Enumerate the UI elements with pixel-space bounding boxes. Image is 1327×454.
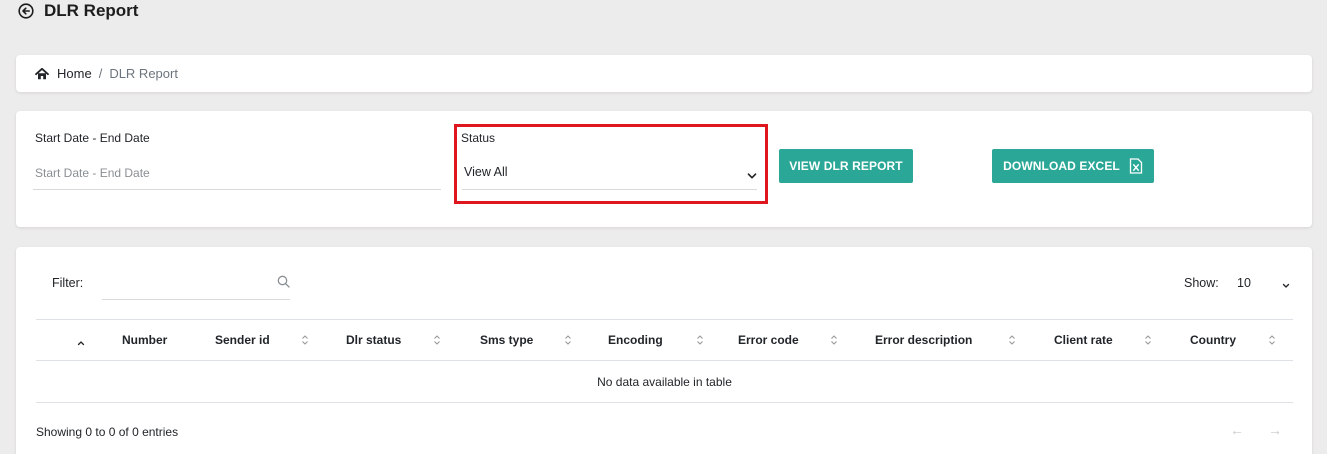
page-size-select[interactable]: 10 (1237, 276, 1277, 290)
empty-table-message: No data available in table (597, 374, 732, 389)
sort-asc-icon[interactable] (76, 335, 86, 346)
sort-icon[interactable] (830, 334, 838, 346)
filter-card: Start Date - End Date Start Date - End D… (16, 111, 1312, 227)
download-excel-button[interactable]: DOWNLOAD EXCEL (992, 149, 1154, 183)
chevron-down-icon[interactable] (746, 169, 758, 181)
table-header-row: Number Sender id Dlr status Sms type Enc… (36, 319, 1293, 361)
col-header-dlr-status[interactable]: Dlr status (346, 320, 401, 360)
show-label: Show: (1184, 276, 1219, 290)
filter-input[interactable] (102, 269, 262, 293)
col-header-sms-type[interactable]: Sms type (480, 320, 533, 360)
sort-icon[interactable] (1008, 334, 1016, 346)
status-highlight-box (454, 124, 768, 204)
search-icon (277, 275, 290, 288)
sort-icon[interactable] (696, 334, 704, 346)
filter-label: Filter: (52, 276, 84, 290)
page-size-chevron-icon[interactable] (1281, 278, 1291, 288)
col-header-country[interactable]: Country (1190, 320, 1236, 360)
pagination-prev[interactable]: ← (1230, 422, 1244, 438)
date-range-input[interactable]: Start Date - End Date (35, 166, 440, 186)
status-select[interactable]: View All (464, 165, 756, 185)
breadcrumb: Home / DLR Report (16, 55, 1312, 92)
breadcrumb-current: DLR Report (109, 66, 178, 81)
col-header-error-description[interactable]: Error description (875, 320, 972, 360)
breadcrumb-home-link[interactable]: Home (57, 66, 92, 81)
page-title: DLR Report (44, 1, 139, 20)
home-icon[interactable] (35, 67, 49, 81)
arrow-circle-left-icon[interactable] (18, 3, 34, 19)
excel-file-icon (1129, 158, 1143, 174)
filter-underline (102, 299, 290, 300)
pagination-next[interactable]: → (1268, 422, 1282, 438)
status-underline (462, 189, 757, 190)
table-info: Showing 0 to 0 of 0 entries (36, 425, 179, 439)
sort-icon[interactable] (564, 334, 572, 346)
col-header-sender-id[interactable]: Sender id (215, 320, 270, 360)
col-header-client-rate[interactable]: Client rate (1054, 320, 1113, 360)
date-range-label: Start Date - End Date (35, 131, 150, 145)
table-row: No data available in table (36, 361, 1293, 403)
col-header-error-code[interactable]: Error code (738, 320, 799, 360)
breadcrumb-separator: / (98, 66, 103, 81)
date-range-underline (33, 189, 441, 190)
sort-icon[interactable] (1268, 334, 1276, 346)
table-card: Filter: Show: 10 Number Sender id Dlr st… (16, 247, 1312, 454)
view-dlr-report-button[interactable]: VIEW DLR REPORT (779, 149, 913, 183)
status-label: Status (461, 131, 496, 145)
sort-icon[interactable] (1144, 334, 1152, 346)
sort-icon[interactable] (433, 334, 441, 346)
download-excel-label: DOWNLOAD EXCEL (1003, 159, 1120, 173)
col-header-encoding[interactable]: Encoding (608, 320, 663, 360)
sort-icon[interactable] (301, 334, 309, 346)
col-header-number[interactable]: Number (122, 320, 167, 360)
page-header: DLR Report (18, 0, 138, 22)
